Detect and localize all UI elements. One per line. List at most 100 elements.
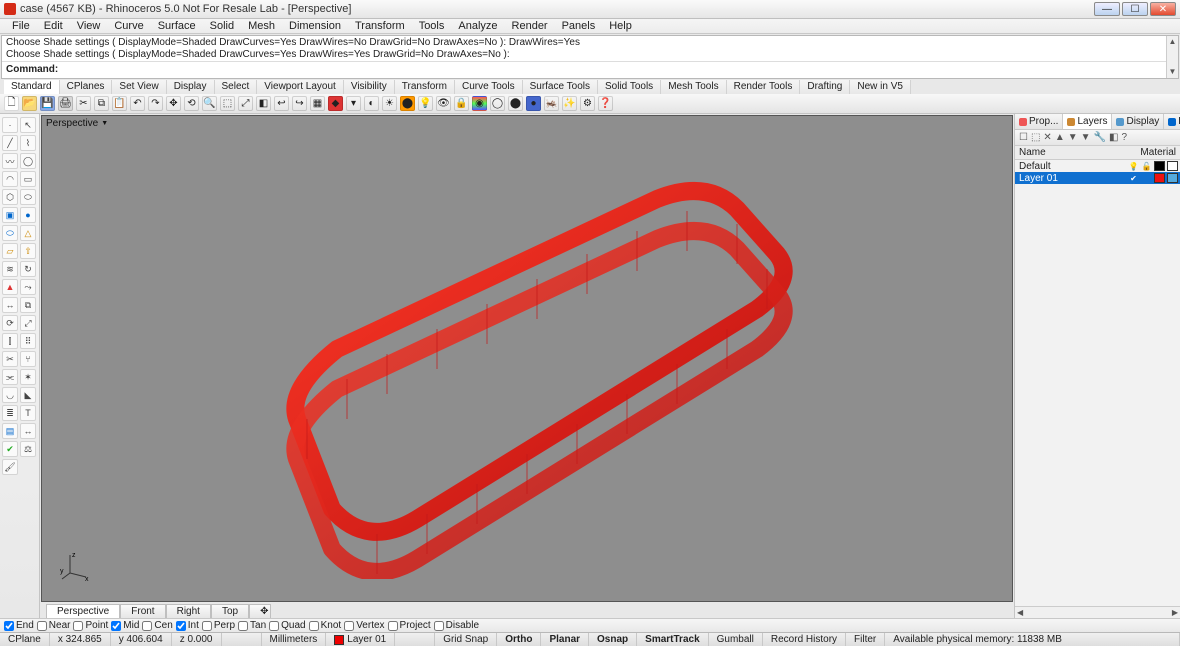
check-icon[interactable]: ✔ <box>2 441 18 457</box>
menu-mesh[interactable]: Mesh <box>241 19 282 33</box>
redo-view-icon[interactable]: ↪ <box>292 96 307 111</box>
chamfer-icon[interactable]: ◣ <box>20 387 36 403</box>
join-icon[interactable]: ⫘ <box>2 369 18 385</box>
polygon-icon[interactable]: ⬡ <box>2 189 18 205</box>
split-icon[interactable]: ⑂ <box>20 351 36 367</box>
shade-toggle-icon[interactable]: ◯ <box>490 96 505 111</box>
filter-layers-icon[interactable]: ▼ <box>1081 132 1091 143</box>
new-layer-icon[interactable]: ☐ <box>1019 132 1028 143</box>
revolve-icon[interactable]: ↻ <box>20 261 36 277</box>
view-tab-top[interactable]: Top <box>211 604 249 618</box>
zoom-extents-icon[interactable]: ⤢ <box>238 96 253 111</box>
box-icon[interactable]: ▣ <box>2 207 18 223</box>
render-icon[interactable]: ☀ <box>382 96 397 111</box>
tab-surfacetools[interactable]: Surface Tools <box>523 80 598 94</box>
trim-icon[interactable]: ✂ <box>2 351 18 367</box>
menu-curve[interactable]: Curve <box>107 19 150 33</box>
render-preview-icon[interactable]: ● <box>526 96 541 111</box>
arrow-icon[interactable]: ↖ <box>20 117 36 133</box>
tab-viewportlayout[interactable]: Viewport Layout <box>257 80 344 94</box>
dimension-tool-icon[interactable]: ↔ <box>20 423 36 439</box>
circle-icon[interactable]: ◯ <box>20 153 36 169</box>
tab-display[interactable]: Display <box>167 80 215 94</box>
tab-select[interactable]: Select <box>215 80 258 94</box>
move-icon[interactable]: ↔ <box>2 297 18 313</box>
view-tab-right[interactable]: Right <box>166 604 211 618</box>
status-ortho[interactable]: Ortho <box>497 633 541 646</box>
paint-icon[interactable]: 🖌 <box>2 459 18 475</box>
shade-icon[interactable]: ◐ <box>364 96 379 111</box>
layer-up-icon[interactable]: ▲ <box>1055 132 1065 143</box>
filter-icon[interactable]: ⚙ <box>580 96 595 111</box>
cplane-icon[interactable]: ◆ <box>328 96 343 111</box>
wireframe-icon[interactable]: ⬤ <box>508 96 523 111</box>
rectangle-icon[interactable]: ▭ <box>20 171 36 187</box>
copy-icon[interactable]: ⧉ <box>94 96 109 111</box>
arc-icon[interactable]: ◠ <box>2 171 18 187</box>
cylinder-icon[interactable]: ⬭ <box>2 225 18 241</box>
layer-layer01[interactable]: Layer 01 ✔ <box>1015 172 1180 184</box>
layer-help-icon[interactable]: ? <box>1121 132 1127 143</box>
tab-display-panel[interactable]: Display <box>1112 114 1164 129</box>
status-planar[interactable]: Planar <box>541 633 589 646</box>
surface-icon[interactable]: ▱ <box>2 243 18 259</box>
four-viewports-icon[interactable]: ▦ <box>310 96 325 111</box>
viewport-label[interactable]: Perspective ▼ <box>46 118 108 129</box>
zoom-window-icon[interactable]: ⬚ <box>220 96 235 111</box>
osnap-knot[interactable]: Knot <box>309 620 342 631</box>
array-icon[interactable]: ⠿ <box>20 333 36 349</box>
delete-layer-icon[interactable]: ✕ <box>1043 132 1051 143</box>
menu-tools[interactable]: Tools <box>412 19 452 33</box>
paste-icon[interactable]: 📋 <box>112 96 127 111</box>
scale-icon[interactable]: ⤢ <box>20 315 36 331</box>
osnap-point[interactable]: Point <box>73 620 108 631</box>
perspective-viewport[interactable]: Perspective ▼ <box>41 115 1013 602</box>
layer-color-icon[interactable]: ◧ <box>1109 132 1118 143</box>
osnap-vertex[interactable]: Vertex <box>344 620 384 631</box>
text-icon[interactable]: T <box>20 405 36 421</box>
status-units[interactable]: Millimeters <box>262 633 327 646</box>
menu-analyze[interactable]: Analyze <box>451 19 504 33</box>
maximize-button[interactable]: ☐ <box>1122 2 1148 16</box>
osnap-disable[interactable]: Disable <box>434 620 479 631</box>
lightbulb-icon[interactable]: 💡 <box>418 96 433 111</box>
ellipse-icon[interactable]: ⬭ <box>20 189 36 205</box>
menu-panels[interactable]: Panels <box>555 19 603 33</box>
sphere-icon[interactable]: ● <box>20 207 36 223</box>
sweep-icon[interactable]: ⤳ <box>20 279 36 295</box>
tab-meshtools[interactable]: Mesh Tools <box>661 80 726 94</box>
loft-icon[interactable]: ≋ <box>2 261 18 277</box>
layer-color-swatch[interactable] <box>1154 173 1165 183</box>
menu-solid[interactable]: Solid <box>203 19 241 33</box>
osnap-int[interactable]: Int <box>176 620 199 631</box>
col-name[interactable]: Name <box>1015 146 1132 159</box>
named-views-icon[interactable]: ▾ <box>346 96 361 111</box>
status-cplane[interactable]: CPlane <box>0 633 50 646</box>
zoom-selected-icon[interactable]: ◧ <box>256 96 271 111</box>
tab-curvetools[interactable]: Curve Tools <box>455 80 523 94</box>
tab-solidtools[interactable]: Solid Tools <box>598 80 661 94</box>
menu-render[interactable]: Render <box>505 19 555 33</box>
close-button[interactable]: ✕ <box>1150 2 1176 16</box>
visible-icon[interactable]: ✔ <box>1128 173 1139 183</box>
tab-drafting[interactable]: Drafting <box>800 80 850 94</box>
offset-icon[interactable]: ≣ <box>2 405 18 421</box>
tab-rendertools[interactable]: Render Tools <box>727 80 801 94</box>
redo-icon[interactable]: ↷ <box>148 96 163 111</box>
copy-tool-icon[interactable]: ⧉ <box>20 297 36 313</box>
tab-layers[interactable]: Layers <box>1063 114 1112 129</box>
menu-file[interactable]: File <box>5 19 37 33</box>
undo-view-icon[interactable]: ↩ <box>274 96 289 111</box>
hide-icon[interactable]: 👁 <box>436 96 451 111</box>
analyze-mass-icon[interactable]: ⚖ <box>20 441 36 457</box>
osnap-mid[interactable]: Mid <box>111 620 139 631</box>
print-icon[interactable]: 🖨 <box>58 96 73 111</box>
open-icon[interactable]: 📂 <box>22 96 37 111</box>
status-layer[interactable]: Layer 01 <box>326 633 395 646</box>
menu-dimension[interactable]: Dimension <box>282 19 348 33</box>
osnap-near[interactable]: Near <box>37 620 71 631</box>
tab-standard[interactable]: Standard <box>4 80 60 94</box>
new-sublayer-icon[interactable]: ⬚ <box>1031 132 1040 143</box>
explode-icon[interactable]: ✶ <box>20 369 36 385</box>
rotate-icon[interactable]: ⟲ <box>184 96 199 111</box>
